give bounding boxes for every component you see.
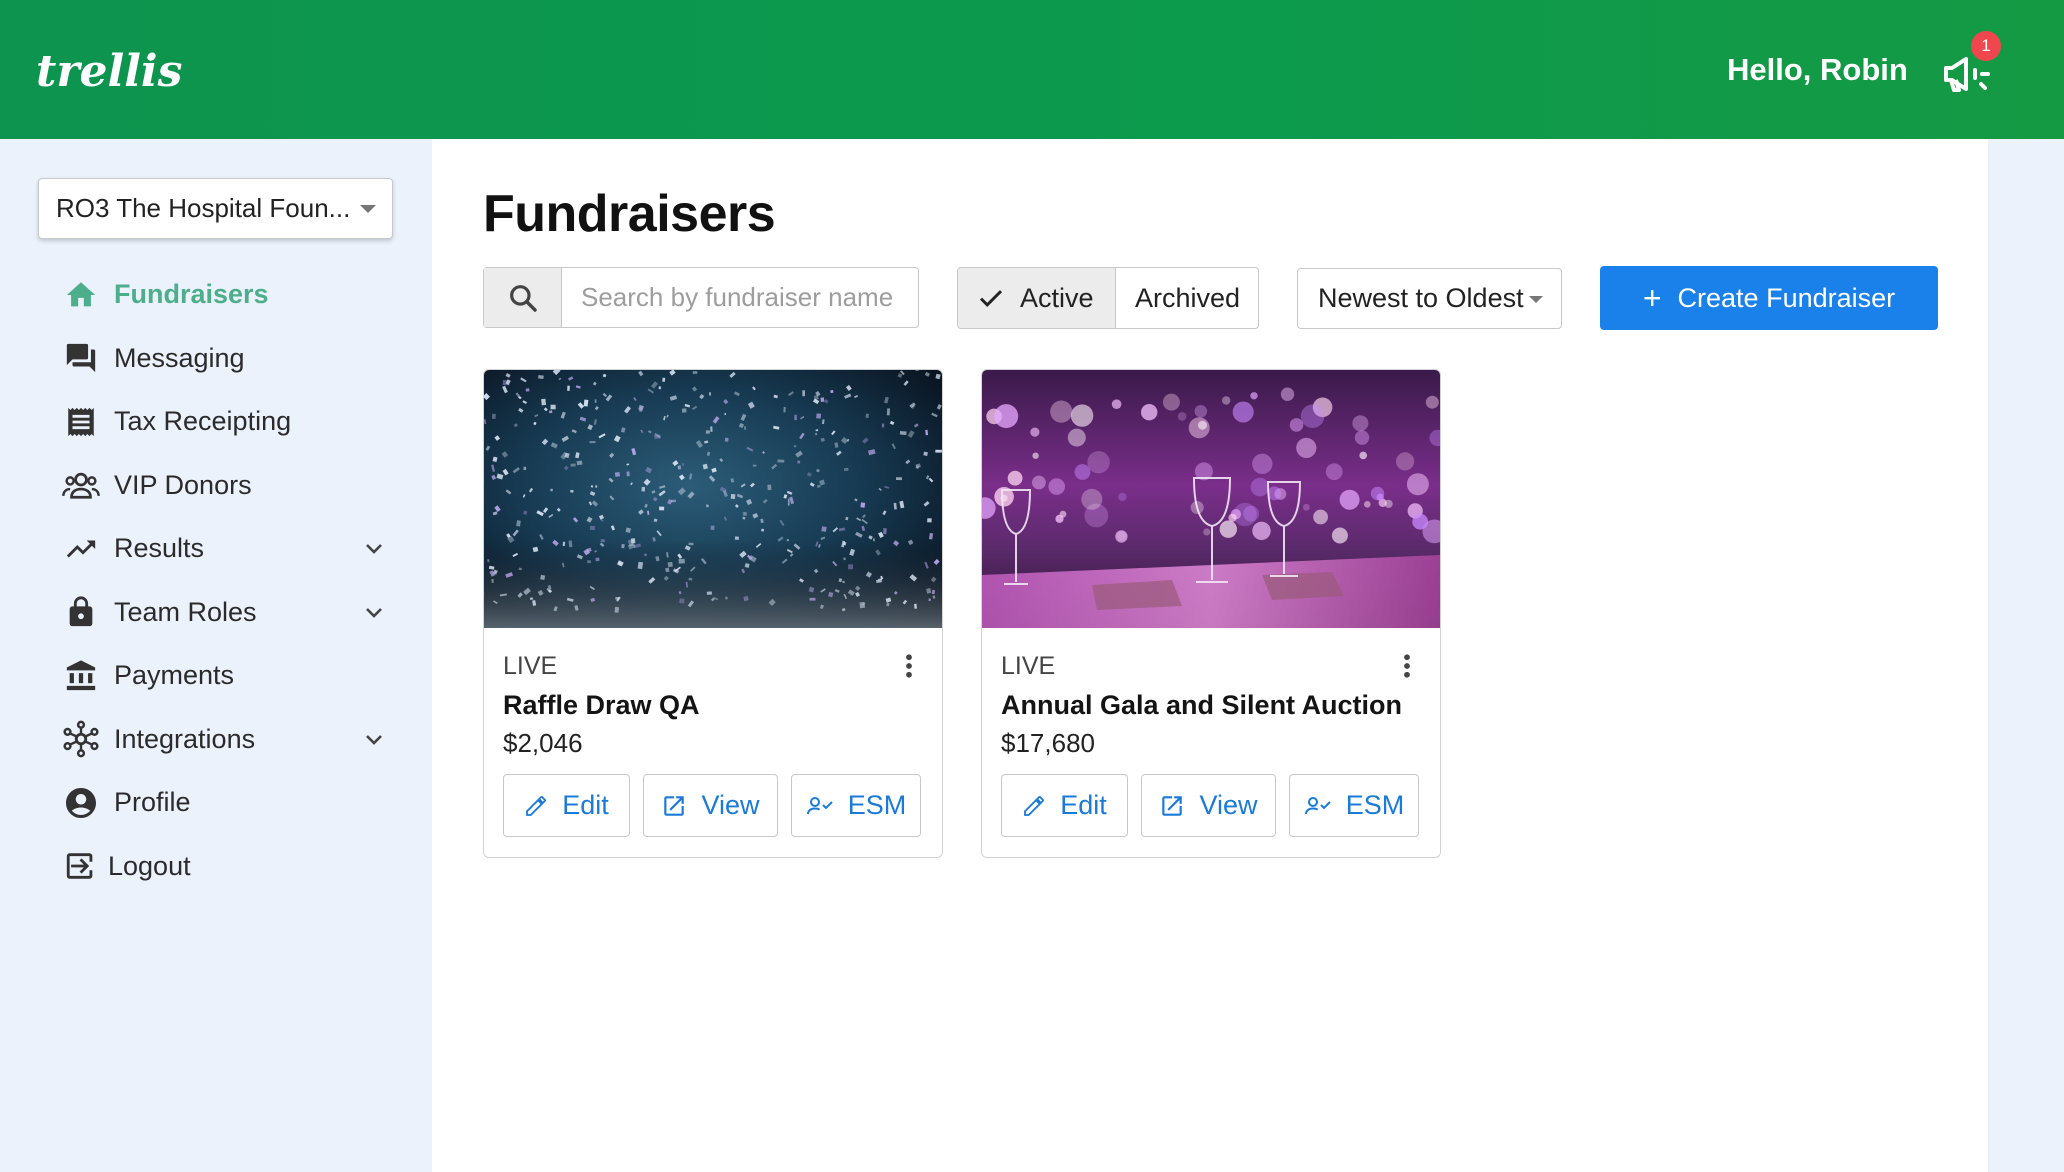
notification-badge: 1 [1971, 31, 2001, 61]
chevron-down-icon[interactable] [362, 537, 386, 561]
sidebar-item-results[interactable]: Results [0, 517, 432, 581]
home-icon [62, 276, 100, 314]
esm-label: ESM [847, 790, 907, 820]
sidebar-item-label: Results [114, 533, 205, 564]
esm-label: ESM [1345, 790, 1405, 820]
open-in-new-icon [664, 795, 685, 816]
sidebar-item-messaging[interactable]: Messaging [0, 327, 432, 391]
more-options-icon[interactable] [894, 651, 924, 681]
fundraiser-name: Raffle Draw QA [503, 690, 700, 720]
receipt-icon [62, 403, 100, 441]
trellis-logo[interactable]: trellis [36, 46, 182, 97]
person-check-icon [806, 796, 833, 814]
fundraiser-actions: Edit View ESM [503, 774, 921, 837]
page-title: Fundraisers [483, 185, 776, 243]
search-box [483, 267, 919, 328]
view-button[interactable]: View [643, 774, 778, 837]
sort-select-value: Newest to Oldest [1318, 283, 1524, 313]
sidebar-item-label: Tax Receipting [114, 406, 292, 437]
sidebar-item-label: Team Roles [114, 596, 257, 627]
sidebar-item-team-roles[interactable]: Team Roles [0, 581, 432, 645]
create-fundraiser-button[interactable]: + Create Fundraiser [1600, 266, 1938, 330]
top-bar: trellis Hello, Robin 1 [0, 0, 2064, 139]
filter-archived-button[interactable]: Archived [1116, 268, 1241, 328]
fundraiser-image-gala[interactable] [982, 370, 1440, 628]
sidebar-item-fundraisers[interactable]: Fundraisers [0, 263, 432, 327]
edit-button[interactable]: Edit [1001, 774, 1128, 837]
sidebar: RO3 The Hospital Foun... Fundraisers Mes… [0, 139, 432, 1172]
fundraiser-name: Annual Gala and Silent Auction [1001, 690, 1403, 720]
sidebar-item-label: VIP Donors [114, 469, 252, 500]
sort-select[interactable]: Newest to Oldest [1297, 268, 1562, 329]
fundraiser-status: LIVE [1001, 652, 1056, 680]
open-in-new-icon [1162, 795, 1183, 816]
logout-icon [62, 847, 100, 885]
esm-button[interactable]: ESM [1289, 774, 1419, 837]
sidebar-item-label: Profile [114, 787, 191, 818]
chevron-down-icon[interactable] [362, 601, 386, 625]
create-fundraiser-label: Create Fundraiser [1677, 282, 1896, 313]
sidebar-nav: Fundraisers Messaging Tax Receipting VIP… [0, 263, 432, 898]
esm-button[interactable]: ESM [791, 774, 921, 837]
user-greeting[interactable]: Hello, Robin [1727, 52, 1908, 88]
sidebar-item-profile[interactable]: Profile [0, 771, 432, 835]
dropdown-caret-icon [1529, 296, 1543, 303]
check-icon [979, 290, 1003, 307]
pencil-icon [526, 795, 547, 816]
lock-icon [62, 593, 100, 631]
status-filter-toggle: Active Archived [957, 267, 1259, 329]
edit-label: Edit [562, 790, 609, 820]
more-options-icon[interactable] [1392, 651, 1422, 681]
fundraiser-status: LIVE [503, 652, 558, 680]
sidebar-item-label: Messaging [114, 342, 245, 373]
hub-icon [62, 720, 100, 758]
sidebar-item-integrations[interactable]: Integrations [0, 708, 432, 772]
search-button[interactable] [484, 268, 562, 327]
sidebar-item-label: Fundraisers [114, 279, 269, 310]
view-button[interactable]: View [1141, 774, 1276, 837]
search-input[interactable] [563, 268, 917, 327]
sidebar-item-tax-receipting[interactable]: Tax Receipting [0, 390, 432, 454]
bank-icon [62, 657, 100, 695]
fundraiser-actions: Edit View ESM [1001, 774, 1419, 837]
pencil-icon [1024, 795, 1045, 816]
fundraiser-amount: $2,046 [503, 728, 583, 758]
person-check-icon [1304, 796, 1331, 814]
edit-label: Edit [1060, 790, 1107, 820]
sidebar-item-payments[interactable]: Payments [0, 644, 432, 708]
group-icon [62, 466, 100, 504]
main-content: Fundraisers Active Archived Newest to Ol… [432, 139, 1988, 1172]
sidebar-item-logout[interactable]: Logout [0, 835, 432, 899]
plus-icon: + [1642, 280, 1662, 316]
trending-up-icon [62, 530, 100, 568]
filter-active-label: Active [1020, 282, 1094, 313]
fundraiser-card: LIVE Raffle Draw QA $2,046 Edit View ESM [483, 369, 943, 858]
account-circle-icon [62, 784, 100, 822]
sidebar-item-label: Integrations [114, 723, 256, 754]
sidebar-item-label: Payments [114, 660, 235, 691]
dropdown-caret-icon [360, 205, 376, 213]
sidebar-item-label: Logout [108, 850, 191, 881]
sidebar-item-vip-donors[interactable]: VIP Donors [0, 454, 432, 518]
chat-icon [62, 339, 100, 377]
view-label: View [1199, 790, 1258, 820]
chevron-down-icon[interactable] [362, 728, 386, 752]
fundraiser-card: LIVE Annual Gala and Silent Auction $17,… [981, 369, 1441, 858]
fundraiser-image-confetti[interactable] [484, 370, 942, 628]
filter-active-button[interactable]: Active [958, 268, 1116, 328]
fundraiser-amount: $17,680 [1001, 728, 1095, 758]
view-label: View [701, 790, 760, 820]
search-icon [509, 284, 537, 312]
organization-select-value: RO3 The Hospital Foun... [56, 193, 351, 223]
organization-select[interactable]: RO3 The Hospital Foun... [38, 178, 393, 239]
edit-button[interactable]: Edit [503, 774, 630, 837]
filter-archived-label: Archived [1135, 282, 1241, 313]
